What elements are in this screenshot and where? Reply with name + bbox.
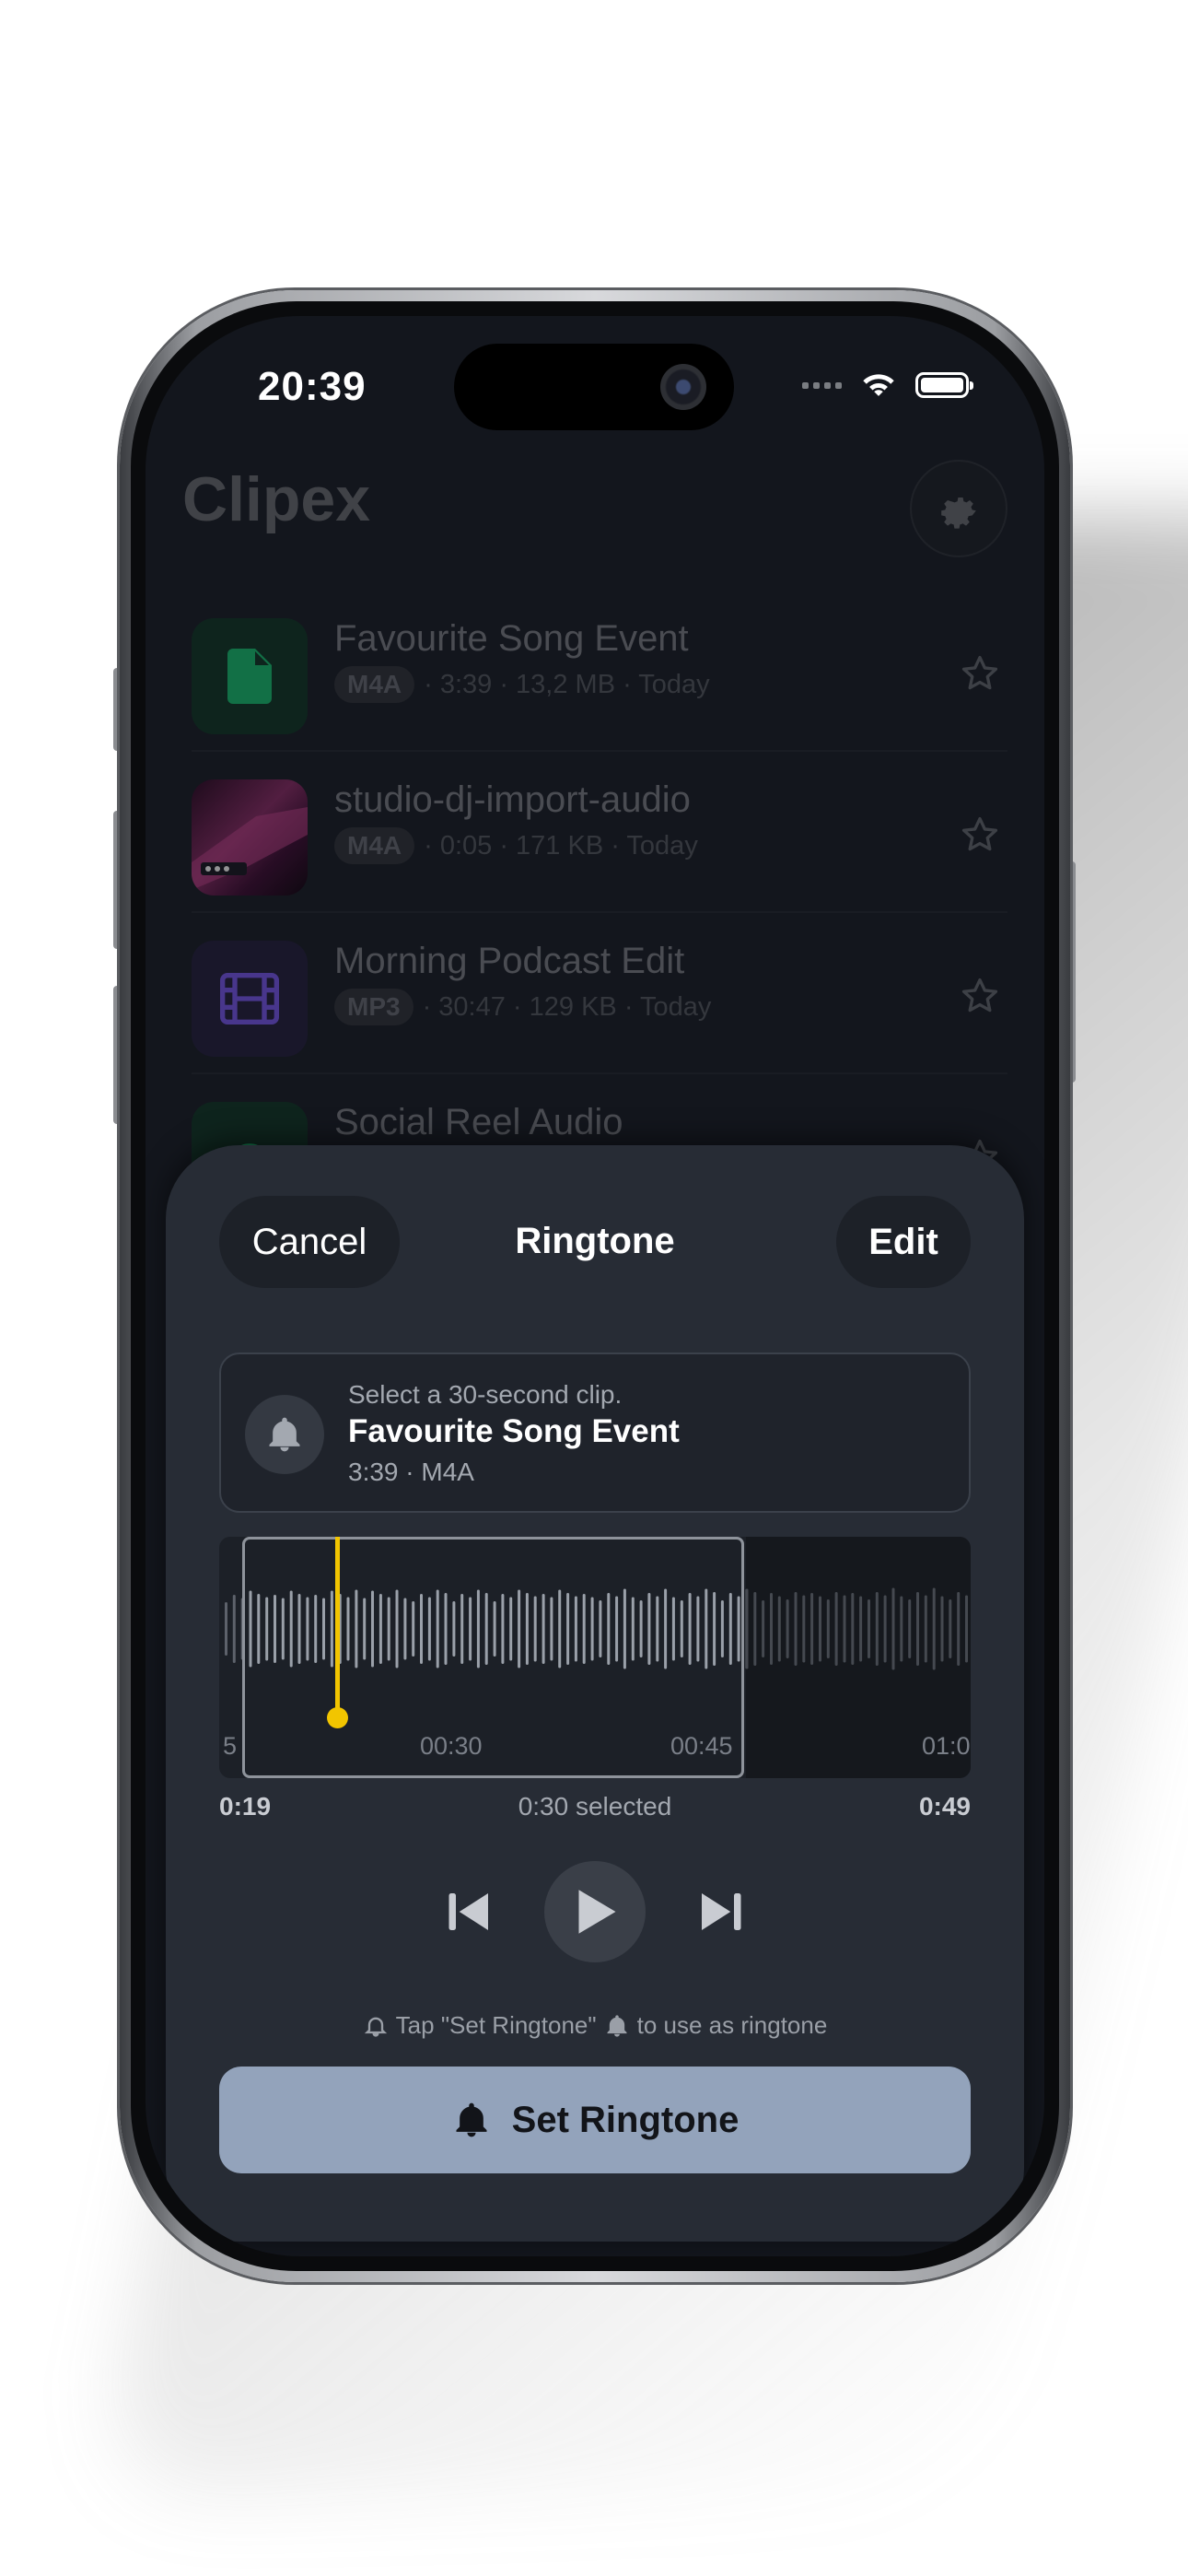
bell-icon [456, 2102, 487, 2137]
waveform-bar [225, 1602, 227, 1656]
play-icon [578, 1890, 616, 1934]
waveform-selector[interactable]: 5 00:30 00:45 01:0 [219, 1537, 971, 1778]
bell-icon [269, 1417, 300, 1452]
screen: Clipex Favourite Song Event M4A · 3:39 ·… [146, 316, 1044, 2256]
time-tick: 01:0 [922, 1732, 971, 1760]
wifi-icon [863, 374, 894, 396]
set-ringtone-label: Set Ringtone [511, 2099, 740, 2140]
playhead-handle[interactable] [327, 1707, 348, 1728]
clip-info-card: Select a 30-second clip. Favourite Song … [219, 1352, 971, 1513]
battery-icon [915, 372, 973, 398]
waveform-bar [232, 1595, 236, 1663]
edit-button[interactable]: Edit [836, 1196, 971, 1288]
range-end: 0:49 [918, 1792, 971, 1821]
time-tick: 5 [223, 1732, 238, 1760]
tip-text-before: Tap "Set Ringtone" [395, 2011, 597, 2039]
skip-back-button[interactable] [442, 1889, 497, 1935]
clip-hint: Select a 30-second clip. [348, 1380, 623, 1409]
time-tick: 00:30 [420, 1732, 483, 1760]
set-ringtone-button[interactable]: Set Ringtone [219, 2067, 971, 2173]
status-time: 20:39 [258, 364, 367, 409]
status-icons [802, 369, 973, 401]
range-selected: 0:30 selected [518, 1792, 672, 1821]
bell-icon [607, 2014, 627, 2037]
signal-icon [802, 381, 842, 389]
playback-controls [166, 1861, 1024, 1962]
camera-icon [660, 364, 706, 410]
playhead[interactable] [335, 1537, 340, 1718]
time-tick: 00:45 [670, 1732, 733, 1760]
dynamic-island [454, 344, 734, 430]
bell-badge [245, 1395, 324, 1474]
selection-window[interactable] [242, 1537, 744, 1778]
ringtone-tip: Tap "Set Ringtone" to use as ringtone [166, 2011, 1024, 2040]
clip-meta: 3:39 · M4A [348, 1458, 474, 1486]
ringtone-sheet: Cancel Ringtone Edit Select a 30-second … [166, 1145, 1024, 2242]
bell-outline-icon [364, 2017, 387, 2037]
clip-title: Favourite Song Event [348, 1413, 680, 1449]
skip-back-icon [448, 1893, 488, 1930]
play-button[interactable] [544, 1861, 646, 1962]
selection-range: 0:19 0:30 selected 0:49 [219, 1792, 971, 1829]
tip-text-after: to use as ringtone [636, 2011, 828, 2039]
skip-forward-button[interactable] [693, 1889, 748, 1935]
skip-forward-icon [702, 1893, 741, 1930]
